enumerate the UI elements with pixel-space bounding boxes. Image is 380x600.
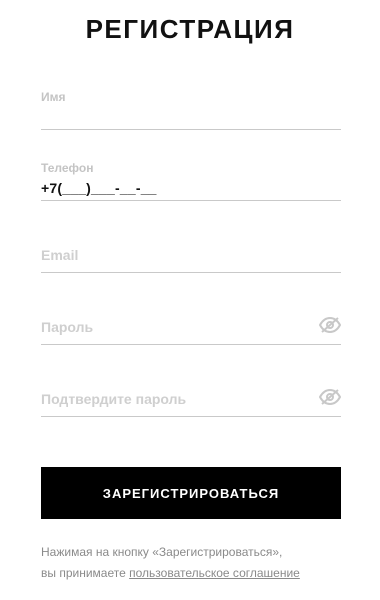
agreement-note: Нажимая на кнопку «Зарегистрироваться», … (41, 542, 351, 584)
register-button[interactable]: ЗАРЕГИСТРИРОВАТЬСЯ (41, 467, 341, 519)
user-agreement-link[interactable]: пользовательское соглашение (129, 566, 300, 580)
password-placeholder: Пароль (41, 319, 94, 335)
email-field[interactable]: Email (41, 233, 341, 273)
confirm-password-placeholder: Подтвердите пароль (41, 391, 187, 407)
page-title: РЕГИСТРАЦИЯ (85, 14, 295, 44)
name-field[interactable]: Имя (41, 90, 341, 130)
phone-input-value[interactable]: +7(___)___-__-__ (41, 180, 157, 196)
phone-label: Телефон (41, 161, 94, 175)
email-placeholder: Email (41, 247, 79, 263)
registration-page: РЕГИСТРАЦИЯ Имя Телефон +7(___)___-__-__… (0, 0, 380, 600)
agreement-prefix: вы принимаете (41, 566, 126, 580)
agreement-line1: Нажимая на кнопку «Зарегистрироваться», (41, 545, 283, 559)
phone-field[interactable]: Телефон +7(___)___-__-__ (41, 161, 341, 201)
eye-off-icon[interactable] (318, 316, 342, 334)
name-label: Имя (41, 90, 66, 104)
confirm-password-field[interactable]: Подтвердите пароль (41, 377, 342, 417)
password-field[interactable]: Пароль (41, 305, 342, 345)
eye-off-icon[interactable] (318, 388, 342, 406)
